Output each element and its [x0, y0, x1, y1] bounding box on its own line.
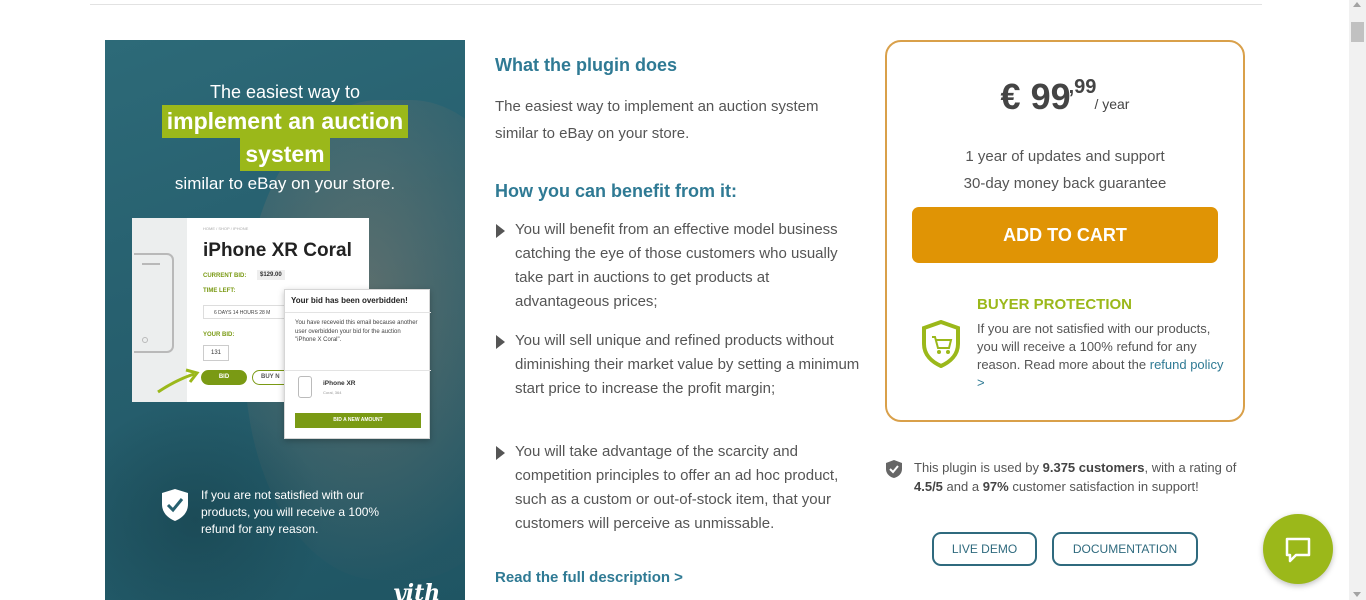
- scroll-up-arrow-icon[interactable]: [1353, 2, 1361, 7]
- mock-bid-new-amount-button: BID A NEW AMOUNT: [295, 413, 421, 428]
- add-to-cart-button[interactable]: ADD TO CART: [912, 207, 1218, 263]
- mock-your-bid-label: YOUR BID:: [203, 332, 235, 338]
- top-divider: [90, 4, 1262, 5]
- mock-email-text: You have receveid this email because ano…: [295, 320, 418, 343]
- mock-email-title: Your bid has been overbidden!: [291, 296, 408, 305]
- mock-current-bid-label: CURRENT BID:: [203, 273, 247, 279]
- feature-money-back: 30-day money back guarantee: [963, 175, 1167, 192]
- shield-check-icon: [885, 459, 903, 479]
- mock-breadcrumb: HOME / SHOP / IPHONE: [203, 226, 249, 231]
- scroll-down-arrow-icon[interactable]: [1353, 592, 1361, 597]
- mock-bid-button: BID: [201, 370, 247, 385]
- benefits-heading: How you can benefit from it:: [495, 181, 738, 201]
- what-plugin-does-heading: What the plugin does: [495, 55, 677, 75]
- mock-phone-thumb: [298, 376, 312, 398]
- scrollbar-thumb[interactable]: [1351, 22, 1364, 42]
- arrow-icon: [157, 368, 200, 394]
- mock-product-title: iPhone XR Coral: [203, 240, 352, 261]
- documentation-button[interactable]: DOCUMENTATION: [1052, 532, 1198, 566]
- chat-bubble-icon: [1285, 537, 1311, 563]
- banner-refund-text: If you are not satisfied with our produc…: [201, 488, 380, 536]
- page-scrollbar[interactable]: [1349, 0, 1366, 600]
- mock-time-left-label: TIME LEFT:: [203, 288, 236, 294]
- price: € 99,99/ year: [887, 76, 1243, 118]
- shield-cart-icon: [921, 319, 961, 369]
- mock-your-bid-input: 131: [203, 345, 229, 361]
- live-demo-button[interactable]: LIVE DEMO: [932, 532, 1037, 566]
- feature-updates: 1 year of updates and support: [965, 148, 1165, 165]
- bullet-triangle-icon: [496, 446, 505, 460]
- what-plugin-does-text: The easiest way to implement an auction …: [495, 98, 819, 142]
- pricing-box: € 99,99/ year 1 year of updates and supp…: [885, 40, 1245, 422]
- chat-button[interactable]: [1263, 514, 1333, 584]
- banner-highlight-2: system: [105, 138, 465, 171]
- buyer-protection-title: BUYER PROTECTION: [977, 296, 1133, 313]
- price-period: / year: [1094, 96, 1130, 112]
- mock-item-sub: Coral, 364: [323, 390, 342, 395]
- read-full-description-link[interactable]: Read the full description >: [495, 569, 683, 586]
- mock-item-name: iPhone XR: [323, 380, 356, 387]
- banner-line-1: The easiest way to: [209, 82, 361, 102]
- trust-statement: This plugin is used by 9.375 customers, …: [914, 460, 1237, 494]
- banner-line-3: similar to eBay on your store.: [174, 174, 396, 193]
- buyer-protection-text: If you are not satisfied with our produc…: [977, 321, 1224, 390]
- brand-logo: yith: [393, 580, 441, 600]
- bullet-triangle-icon: [496, 224, 505, 238]
- price-amount: € 99: [1000, 76, 1071, 117]
- mock-overbid-email: Your bid has been overbidden! You have r…: [284, 289, 431, 439]
- shield-check-icon: [161, 488, 189, 522]
- price-cents: ,99: [1068, 76, 1097, 98]
- bullet-triangle-icon: [496, 335, 505, 349]
- mock-current-bid-value: $129.00: [257, 270, 285, 280]
- banner-highlight-1: implement an auction: [105, 105, 465, 138]
